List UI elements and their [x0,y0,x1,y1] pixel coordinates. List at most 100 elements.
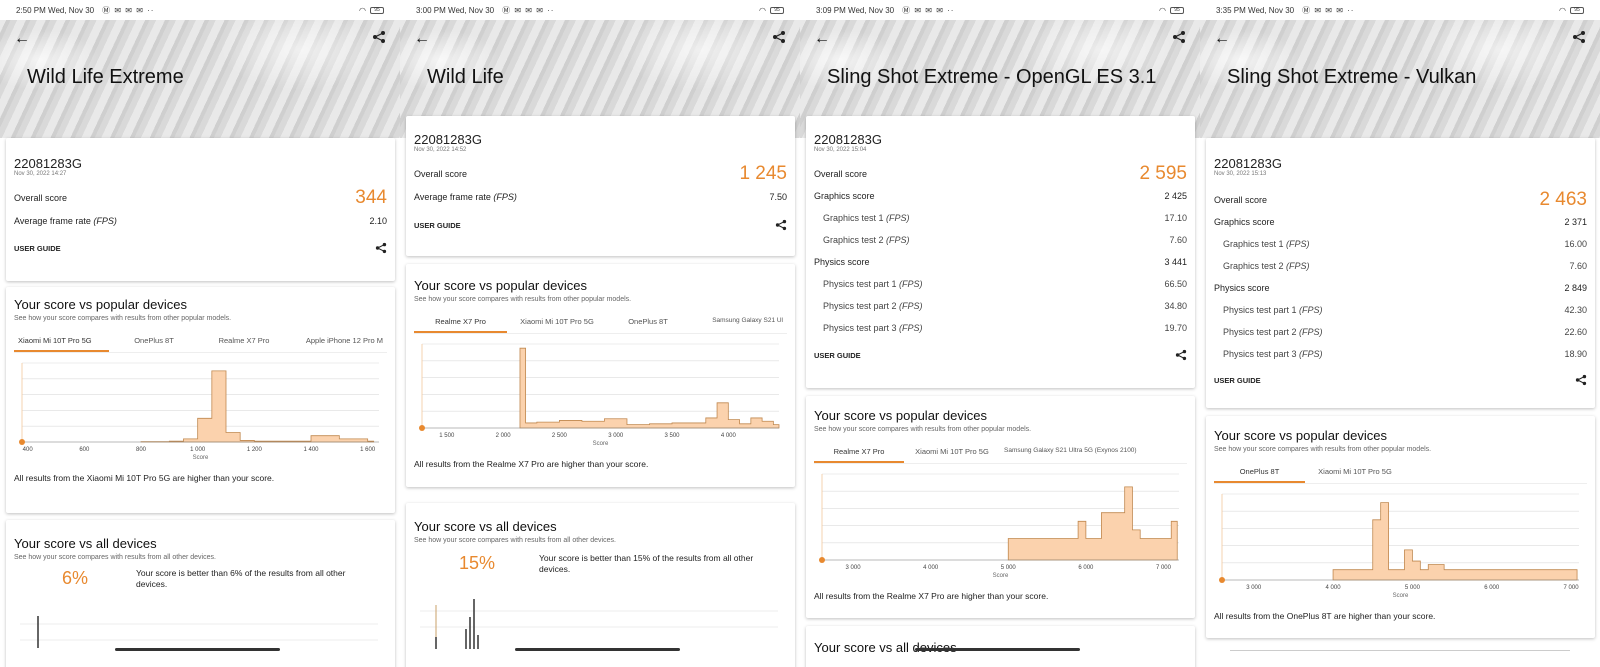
result-date: Nov 30, 2022 14:27 [14,171,67,177]
avg-fps-label: Average frame rate [414,192,491,202]
x-tick-label: 1 400 [303,447,319,453]
x-tick-label: 400 [23,447,34,453]
battery-icon: 95 [1570,6,1584,14]
x-tick-label: 2 500 [552,433,568,439]
physics-test-3-row: Physics test part 3 (FPS) 18.90 [1206,343,1595,365]
share-icon[interactable] [772,30,786,44]
popular-desc: See how your score compares with results… [814,426,1032,433]
your-score-dot [19,439,25,445]
physics-test-1-unit: (FPS) [899,279,923,289]
share-icon[interactable] [775,219,787,231]
panel-wild-life-extreme: 2:50 PM Wed, Nov 30 Ⓜ ✉ ✉ ✉ ·· ◠ 95 ← Wil… [0,0,400,667]
share-icon[interactable] [1572,30,1586,44]
share-icon[interactable] [375,242,387,254]
percentile-desc: Your score is better than 6% of the resu… [136,568,346,589]
wifi-icon: ◠ [359,5,366,15]
x-tick-label: 4 000 [1326,585,1342,591]
screenshot-row: 2:50 PM Wed, Nov 30 Ⓜ ✉ ✉ ✉ ·· ◠ 95 ← Wil… [0,0,1600,667]
tab-device-2[interactable]: Xiaomi Mi 10T Pro 5G [904,447,1000,463]
tab-device-2[interactable]: OnePlus 8T [109,336,199,352]
all-devices-chart [420,599,778,649]
x-tick-label: 5 000 [1001,565,1017,571]
home-indicator[interactable] [915,648,1080,651]
all-devices-card: Your score vs all devices See how your s… [406,503,795,667]
score-distribution-area [1007,486,1178,561]
tab-device-4[interactable]: Apple iPhone 12 Pro M [289,336,387,352]
user-guide-link[interactable]: USER GUIDE [814,351,861,360]
overall-score-row: Overall score 1 245 [406,163,795,185]
x-tick-label: 7 000 [1564,585,1580,591]
all-devices-card: Your score vs all devices See how your s… [6,520,395,667]
physics-test-1-unit: (FPS) [1299,305,1323,315]
graphics-score-value: 2 425 [1164,191,1187,201]
share-icon[interactable] [1575,374,1587,386]
x-tick-label: 1 200 [247,447,263,453]
tab-device-3[interactable]: Realme X7 Pro [199,336,289,352]
x-tick-label: 6 000 [1078,565,1094,571]
physics-test-1-row: Physics test part 1 (FPS) 42.30 [1206,299,1595,321]
share-icon[interactable] [1175,349,1187,361]
popular-devices-card: Your score vs popular devices See how yo… [406,264,795,487]
graphics-test-1-value: 16.00 [1564,239,1587,249]
home-indicator[interactable] [115,648,280,651]
x-axis-label: Score [593,441,609,447]
popular-desc: See how your score compares with results… [14,315,232,322]
user-guide-link[interactable]: USER GUIDE [414,221,461,230]
x-tick-label: 6 000 [1484,585,1500,591]
back-arrow-icon[interactable]: ← [14,30,30,48]
x-tick-label: 1 500 [439,433,455,439]
user-guide-row: USER GUIDE [6,233,395,263]
status-time: 3:35 PM [1216,5,1246,15]
tab-device-2[interactable]: Xiaomi Mi 10T Pro 5G [1305,467,1405,483]
notification-icons: Ⓜ ✉ ✉ ✉ ·· [1302,5,1355,15]
tab-device-3[interactable]: Samsung Galaxy S21 Ultra 5G (Exynos 2100… [1000,447,1170,463]
physics-score-row: Physics score 2 849 [1206,277,1595,299]
status-time: 2:50 PM [16,5,46,15]
popular-title: Your score vs popular devices [14,297,187,312]
tab-device-1[interactable]: Xiaomi Mi 10T Pro 5G [14,336,109,352]
status-day: Wed, Nov 30 [48,5,95,15]
tab-device-4[interactable]: Samsung Galaxy S21 Ul [689,317,787,333]
avg-fps-value: 2.10 [369,216,387,226]
chart-note: All results from the Realme X7 Pro are h… [414,459,649,469]
physics-test-1-label: Physics test part 1 [823,279,897,289]
physics-test-3-label: Physics test part 3 [1223,349,1297,359]
your-score-dot [819,557,825,563]
home-indicator[interactable] [515,648,680,651]
tab-device-2[interactable]: Xiaomi Mi 10T Pro 5G [507,317,607,333]
back-arrow-icon[interactable]: ← [1214,30,1230,48]
share-icon[interactable] [372,30,386,44]
tab-device-1[interactable]: Realme X7 Pro [414,317,507,333]
user-guide-link[interactable]: USER GUIDE [14,244,61,253]
home-indicator[interactable] [1230,650,1570,651]
x-axis-label: Score [1393,593,1409,599]
graphics-test-2-label: Graphics test 2 [1223,261,1284,271]
tab-device-1[interactable]: Realme X7 Pro [814,447,904,463]
chart-note: All results from the Realme X7 Pro are h… [814,591,1049,601]
physics-test-2-row: Physics test part 2 (FPS) 22.60 [1206,321,1595,343]
score-distribution-area [519,347,780,429]
tab-device-3[interactable]: OnePlus 8T [607,317,689,333]
device-name: 22081283G [14,156,82,171]
device-name: 22081283G [414,132,482,147]
result-date: Nov 30, 2022 15:13 [1214,171,1267,177]
x-tick-label: 800 [136,447,147,453]
back-arrow-icon[interactable]: ← [414,30,430,48]
graphics-test-1-label: Graphics test 1 [823,213,884,223]
physics-test-1-value: 42.30 [1564,305,1587,315]
popular-devices-card: Your score vs popular devices See how yo… [1206,416,1595,638]
device-tabs: Realme X7 Pro Xiaomi Mi 10T Pro 5G OnePl… [414,317,787,334]
share-icon[interactable] [1172,30,1186,44]
user-guide-link[interactable]: USER GUIDE [1214,376,1261,385]
graphics-test-1-row: Graphics test 1 (FPS) 17.10 [806,207,1195,229]
avg-fps-unit: (FPS) [93,216,117,226]
tab-device-1[interactable]: OnePlus 8T [1214,467,1305,483]
back-arrow-icon[interactable]: ← [814,30,830,48]
overall-score-label: Overall score [414,169,468,179]
graphics-test-2-value: 7.60 [1169,235,1187,245]
device-tabs: Realme X7 Pro Xiaomi Mi 10T Pro 5G Samsu… [814,447,1187,464]
popular-desc: See how your score compares with results… [1214,446,1432,453]
your-score-dot [419,425,425,431]
physics-test-1-row: Physics test part 1 (FPS) 66.50 [806,273,1195,295]
score-distribution-chart: 400 600 800 1 000 1 200 1 400 1 600 Score [19,362,379,461]
